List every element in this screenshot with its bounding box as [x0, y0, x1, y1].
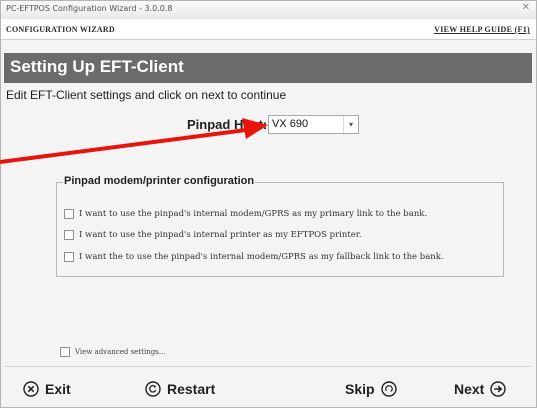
- wizard-header: CONFIGURATION WIZARD VIEW HELP GUIDE (F1…: [1, 19, 536, 40]
- printer-label: I want to use the pinpad's internal prin…: [79, 230, 362, 240]
- pinpad-host-value: VX 690: [272, 118, 309, 130]
- wizard-label: CONFIGURATION WIZARD: [6, 25, 115, 34]
- advanced-settings-option[interactable]: View advanced settings...: [60, 346, 165, 358]
- restart-button[interactable]: Restart: [145, 379, 215, 399]
- group-legend: Pinpad modem/printer configuration: [63, 175, 256, 187]
- page-title: Setting Up EFT-Client: [10, 57, 184, 76]
- printer-option[interactable]: I want to use the pinpad's internal prin…: [64, 229, 362, 241]
- skip-circle-icon: [380, 381, 397, 397]
- dropdown-arrow-icon[interactable]: ▾: [343, 116, 358, 133]
- fallback-link-checkbox[interactable]: [64, 252, 74, 262]
- page-banner: Setting Up EFT-Client: [4, 53, 532, 83]
- title-bar: PC-EFTPOS Configuration Wizard - 3.0.0.8…: [1, 1, 536, 20]
- fallback-link-label: I want the to use the pinpad's internal …: [79, 252, 444, 262]
- advanced-settings-label: View advanced settings...: [75, 348, 166, 356]
- next-button[interactable]: Next: [454, 379, 507, 399]
- next-label: Next: [454, 381, 485, 397]
- printer-checkbox[interactable]: [64, 230, 74, 240]
- pinpad-host-label: Pinpad Host:: [187, 117, 268, 132]
- skip-label: Skip: [345, 381, 375, 397]
- skip-button[interactable]: Skip: [345, 379, 397, 399]
- primary-link-label: I want to use the pinpad's internal mode…: [79, 209, 428, 219]
- pinpad-host-select[interactable]: VX 690 ▾: [268, 115, 359, 134]
- configuration-wizard-window: PC-EFTPOS Configuration Wizard - 3.0.0.8…: [0, 0, 537, 408]
- restart-circle-icon: [145, 381, 161, 397]
- close-icon[interactable]: ✕: [522, 2, 530, 13]
- restart-label: Restart: [167, 381, 216, 397]
- primary-link-checkbox[interactable]: [64, 209, 74, 219]
- exit-label: Exit: [45, 381, 71, 397]
- help-guide-link[interactable]: VIEW HELP GUIDE (F1): [434, 25, 530, 34]
- window-title: PC-EFTPOS Configuration Wizard - 3.0.0.8: [6, 4, 173, 13]
- primary-link-option[interactable]: I want to use the pinpad's internal mode…: [64, 208, 427, 220]
- close-circle-icon: [23, 381, 39, 397]
- footer-divider: [4, 366, 532, 367]
- advanced-settings-checkbox[interactable]: [60, 347, 70, 357]
- instruction-text: Edit EFT-Client settings and click on ne…: [6, 88, 287, 102]
- arrow-right-circle-icon: [490, 381, 507, 397]
- exit-button[interactable]: Exit: [23, 379, 71, 399]
- fallback-link-option[interactable]: I want the to use the pinpad's internal …: [64, 251, 444, 263]
